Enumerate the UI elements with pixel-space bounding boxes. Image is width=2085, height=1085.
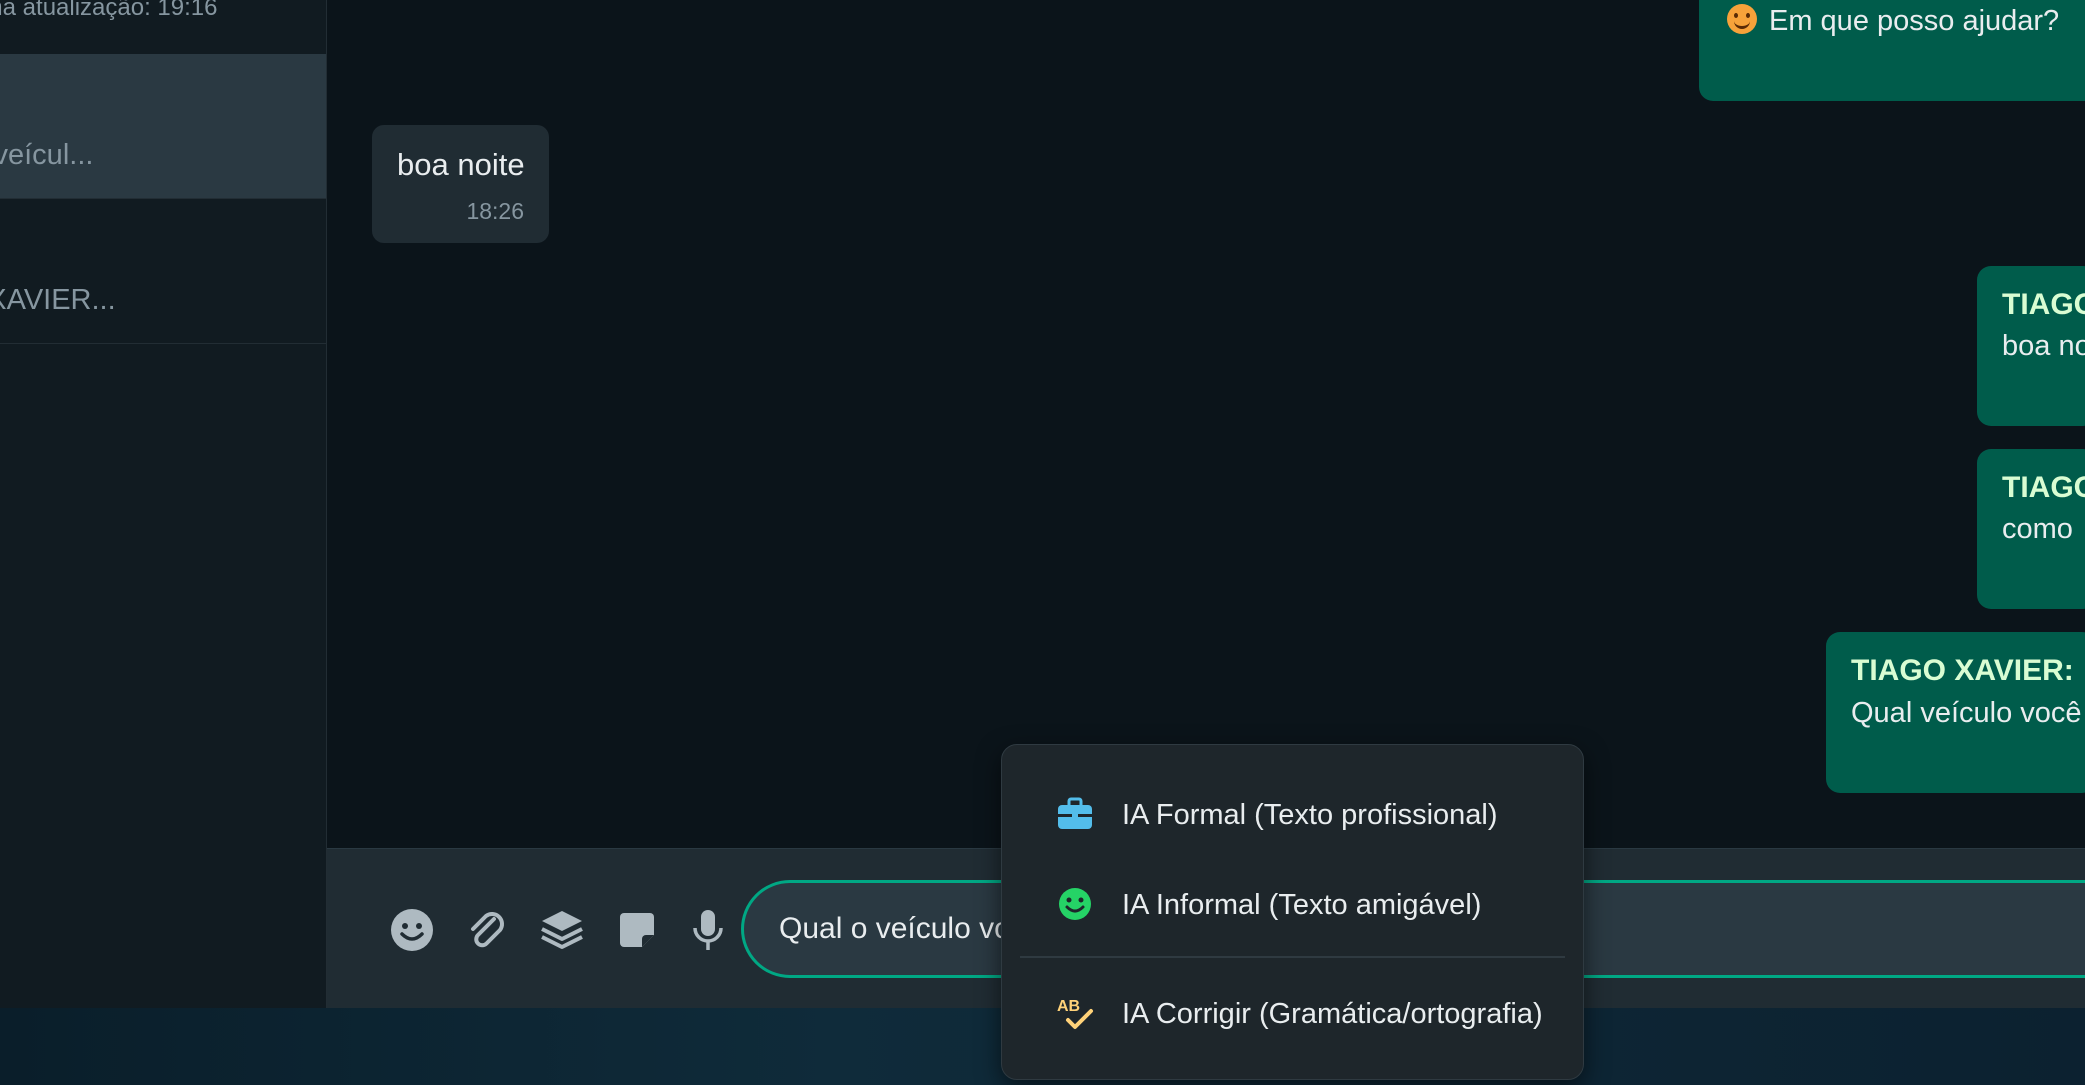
message-text: Qual veículo você xyxy=(1851,697,2082,729)
smile-icon xyxy=(1059,888,1091,920)
message-bubble-outgoing: TIAGO XAVIER: Qual veículo você xyxy=(1826,632,2085,793)
message-text: boa noite xyxy=(397,147,525,182)
menu-item-ia-formal[interactable]: IA Formal (Texto profissional) xyxy=(1002,775,1583,855)
briefcase-icon xyxy=(1058,797,1092,829)
attach-icon xyxy=(471,912,504,948)
message-sender: TIAGO XAVIER: xyxy=(2002,471,2085,504)
chat-area xyxy=(327,0,2085,847)
layers-button[interactable] xyxy=(539,907,585,953)
menu-item-ia-informal[interactable]: IA Informal (Texto amigável) xyxy=(1002,865,1583,945)
conversation-preview: TIAGO XAVIER... xyxy=(0,284,116,316)
message-sender: TIAGO XAVIER: xyxy=(2002,288,2085,321)
sticker-button[interactable] xyxy=(614,907,660,953)
menu-item-ia-corrigir[interactable]: AB IA Corrigir (Gramática/ortografia) xyxy=(1002,974,1583,1054)
message-time: 18:26 xyxy=(466,198,524,224)
message-bubble-outgoing: TIAGO XAVIER: boa noite xyxy=(1977,266,2085,426)
menu-separator xyxy=(1020,956,1565,958)
message-text: boa noite xyxy=(2002,330,2085,362)
conversation-item-active[interactable]: Qual o veícul... xyxy=(0,54,326,199)
message-bubble-outgoing: Em que posso ajudar? xyxy=(1699,0,2085,101)
menu-item-label: IA Informal (Texto amigável) xyxy=(1122,889,1482,921)
message-bubble-incoming: boa noite 18:26 xyxy=(372,125,549,243)
message-bubble-outgoing: TIAGO XAVIER: como xyxy=(1977,449,2085,609)
ai-rewrite-menu: IA Formal (Texto profissional) IA Inform… xyxy=(1001,744,1584,1080)
mic-button[interactable] xyxy=(685,907,731,953)
sticker-icon xyxy=(620,913,654,947)
message-text: como xyxy=(2002,513,2073,545)
layers-icon xyxy=(541,911,583,949)
menu-item-label: IA Corrigir (Gramática/ortografia) xyxy=(1122,998,1543,1030)
message-text: Em que posso ajudar? xyxy=(1727,4,2059,38)
conversation-preview: Qual o veícul... xyxy=(0,139,94,171)
mic-icon xyxy=(693,910,723,950)
menu-item-label: IA Formal (Texto profissional) xyxy=(1122,799,1498,831)
emoji-button[interactable] xyxy=(389,907,435,953)
attach-button[interactable] xyxy=(464,907,510,953)
sidebar: Última atualização: 19:16 Qual o veícul.… xyxy=(0,0,327,1008)
spellcheck-icon: AB xyxy=(1057,998,1093,1029)
message-sender: TIAGO XAVIER: xyxy=(1851,654,2074,687)
last-update-text: Última atualização: 19:16 xyxy=(0,0,218,21)
svg-text:AB: AB xyxy=(1057,998,1080,1015)
message-input-value: Qual o veículo vo xyxy=(779,912,1011,945)
emoji-icon xyxy=(391,909,433,951)
smile-emoji-icon xyxy=(1727,4,1757,34)
conversation-item[interactable]: TIAGO XAVIER... xyxy=(0,199,326,344)
